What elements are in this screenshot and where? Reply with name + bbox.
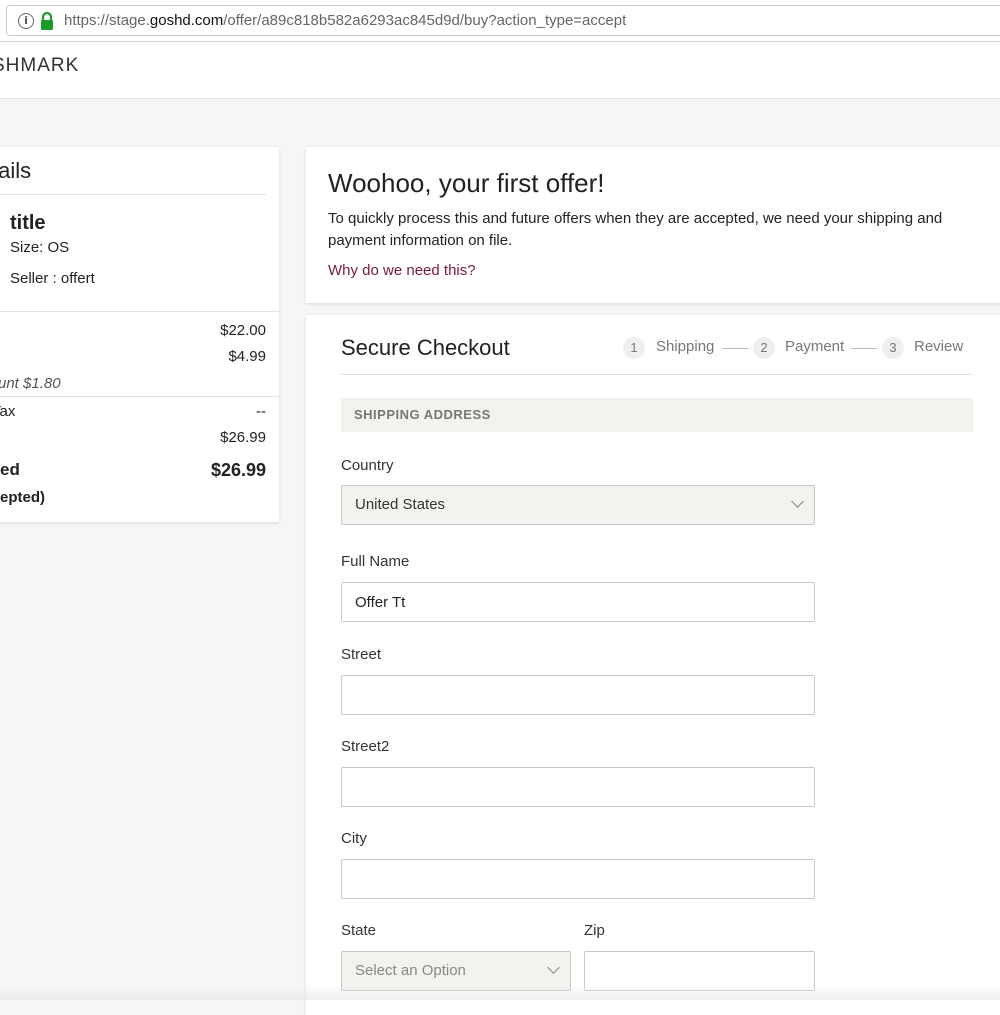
brand-logo[interactable]: SHMARK <box>0 55 79 77</box>
item-size: Size: OS <box>10 239 70 256</box>
country-select[interactable]: United States <box>341 485 815 525</box>
step-review[interactable]: Review <box>914 338 963 355</box>
step-payment[interactable]: Payment <box>785 338 844 355</box>
info-icon[interactable]: i <box>18 13 34 29</box>
full-name-label: Full Name <box>341 553 410 570</box>
checkout-title: Secure Checkout <box>341 335 510 360</box>
country-label: Country <box>341 457 394 474</box>
why-need-this-link[interactable]: Why do we need this? <box>328 262 476 279</box>
lock-icon <box>41 11 53 30</box>
divider <box>0 311 279 312</box>
subtotal-value: $26.99 <box>220 429 266 446</box>
country-value: United States <box>355 496 446 513</box>
step-1-number: 1 <box>623 337 645 359</box>
item-title: title <box>10 212 46 234</box>
chevron-down-icon <box>547 961 560 974</box>
url-prefix: https://stage. <box>64 12 150 29</box>
checkout-header-divider <box>341 374 973 375</box>
step-3-number: 3 <box>882 337 904 359</box>
full-name-input[interactable] <box>341 582 815 622</box>
tax-value: -- <box>256 403 266 420</box>
tax-label: Tax <box>0 403 16 420</box>
item-seller: Seller : offert <box>10 270 95 287</box>
browser-address-bar: i https://stage.goshd.com/offer/a89c818b… <box>0 0 1000 42</box>
url-text[interactable]: https://stage.goshd.com/offer/a89c818b58… <box>64 12 626 29</box>
discount-text: unt $1.80 <box>0 375 61 392</box>
shipping-value: $4.99 <box>228 348 266 365</box>
city-label: City <box>341 830 367 847</box>
url-host: goshd.com <box>149 12 224 29</box>
offer-title: Woohoo, your first offer! <box>328 168 605 198</box>
site-header: SHMARK <box>0 42 1000 99</box>
url-field[interactable]: i https://stage.goshd.com/offer/a89c818b… <box>6 5 1000 36</box>
section-title: SHIPPING ADDRESS <box>354 407 491 422</box>
step-shipping[interactable]: Shipping <box>656 338 714 355</box>
divider <box>0 396 279 397</box>
chevron-down-icon <box>791 495 804 508</box>
street-label: Street <box>341 646 382 663</box>
total-value: $26.99 <box>210 460 266 480</box>
divider <box>0 194 266 195</box>
state-label: State <box>341 922 377 939</box>
total-label: ed <box>0 460 20 479</box>
street2-label: Street2 <box>341 738 390 755</box>
bottom-shadow <box>0 985 1000 1000</box>
street-input[interactable] <box>341 675 815 715</box>
street2-input[interactable] <box>341 767 815 807</box>
price-value: $22.00 <box>220 322 266 339</box>
shipping-address-section-header: SHIPPING ADDRESS <box>341 398 973 432</box>
total-note: epted) <box>0 489 45 506</box>
step-2-number: 2 <box>753 337 775 359</box>
city-input[interactable] <box>341 859 815 899</box>
zip-label: Zip <box>584 922 605 939</box>
step-connector <box>851 348 877 349</box>
offer-description: To quickly process this and future offer… <box>328 210 943 249</box>
order-details-title: tails <box>0 158 32 183</box>
state-placeholder: Select an Option <box>355 962 466 979</box>
url-path: /offer/a89c818b582a6293ac845d9d/buy?acti… <box>223 12 627 29</box>
step-connector <box>722 348 748 349</box>
